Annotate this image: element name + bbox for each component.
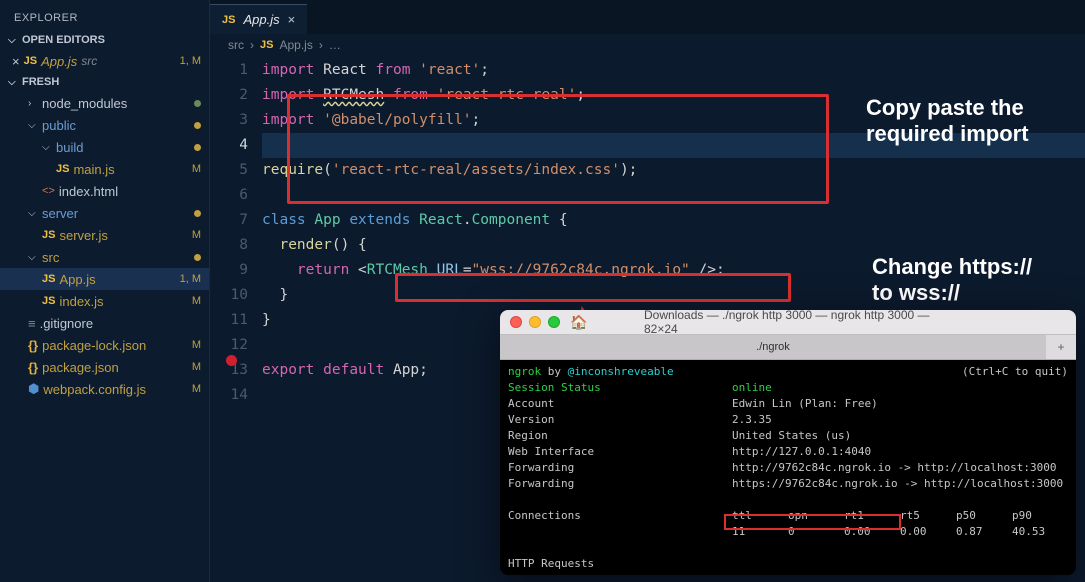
file-index-js[interactable]: JS index.js M <box>0 290 209 312</box>
js-icon: JS <box>260 39 273 51</box>
status-dot-icon <box>194 210 201 217</box>
breakpoint-icon[interactable] <box>226 355 237 366</box>
folder-public[interactable]: ⌵ public <box>0 114 209 136</box>
js-icon: JS <box>24 55 37 67</box>
status-dot-icon <box>194 122 201 129</box>
js-icon: JS <box>42 273 55 285</box>
line-gutter: 123 456 789 101112 1314 <box>210 58 262 582</box>
close-window-icon[interactable] <box>510 316 522 328</box>
file-app-js[interactable]: JS App.js 1, M <box>0 268 209 290</box>
gitignore-icon: ≡ <box>28 316 36 331</box>
status-dot-icon <box>194 100 201 107</box>
close-icon[interactable]: × <box>12 54 20 69</box>
chevron-right-icon: › <box>250 38 254 52</box>
js-icon: JS <box>42 295 55 307</box>
add-tab-icon[interactable]: + <box>1046 335 1076 359</box>
folder-build[interactable]: ⌵ build <box>0 136 209 158</box>
explorer-sidebar: EXPLORER ⌵ OPEN EDITORS × JS App.js src … <box>0 0 210 582</box>
open-editor-app-js[interactable]: × JS App.js src 1, M <box>0 50 209 72</box>
js-icon: JS <box>222 14 235 26</box>
js-icon: JS <box>56 163 69 175</box>
folder-server[interactable]: ⌵ server <box>0 202 209 224</box>
breadcrumb[interactable]: src › JS App.js › … <box>210 34 1085 56</box>
terminal-tab-ngrok[interactable]: ./ngrok <box>500 335 1046 359</box>
workspace-section[interactable]: ⌵ FRESH <box>0 72 209 92</box>
chevron-down-icon: ⌵ <box>28 208 38 219</box>
file-index-html[interactable]: <> index.html <box>0 180 209 202</box>
file-server-js[interactable]: JS server.js M <box>0 224 209 246</box>
chevron-right-icon: › <box>28 98 38 109</box>
terminal-titlebar[interactable]: 🏠 Downloads — ./ngrok http 3000 — ngrok … <box>500 310 1076 334</box>
file-package-lock[interactable]: {} package-lock.json M <box>0 334 209 356</box>
terminal-window: 🏠 Downloads — ./ngrok http 3000 — ngrok … <box>500 310 1076 575</box>
chevron-down-icon: ⌵ <box>42 142 52 153</box>
chevron-right-icon: › <box>319 38 323 52</box>
folder-icon: 🏠 <box>570 314 587 331</box>
tab-app-js[interactable]: JS App.js × <box>210 4 307 34</box>
file-main-js[interactable]: JS main.js M <box>0 158 209 180</box>
status-dot-icon <box>194 144 201 151</box>
annotation-change-wss: Change https:// to wss:// <box>872 254 1032 306</box>
file-webpack[interactable]: ⬢ webpack.config.js M <box>0 378 209 400</box>
chevron-down-icon: ⌵ <box>8 35 18 46</box>
explorer-title: EXPLORER <box>0 6 209 30</box>
chevron-down-icon: ⌵ <box>28 120 38 131</box>
terminal-body[interactable]: ngrok by @inconshreveable(Ctrl+C to quit… <box>500 360 1076 575</box>
file-gitignore[interactable]: ≡ .gitignore <box>0 312 209 334</box>
tab-bar: JS App.js × <box>210 0 1085 34</box>
status-dot-icon <box>194 254 201 261</box>
json-icon: {} <box>28 338 38 353</box>
terminal-tabbar: ./ngrok + <box>500 334 1076 360</box>
js-icon: JS <box>42 229 55 241</box>
close-icon[interactable]: × <box>288 12 296 27</box>
html-icon: <> <box>42 185 55 197</box>
folder-node-modules[interactable]: › node_modules <box>0 92 209 114</box>
chevron-down-icon: ⌵ <box>8 77 18 88</box>
chevron-down-icon: ⌵ <box>28 252 38 263</box>
json-icon: {} <box>28 360 38 375</box>
webpack-icon: ⬢ <box>28 381 39 397</box>
folder-src[interactable]: ⌵ src <box>0 246 209 268</box>
maximize-window-icon[interactable] <box>548 316 560 328</box>
annotation-copy-paste: Copy paste the required import <box>866 95 1029 147</box>
open-editors-section[interactable]: ⌵ OPEN EDITORS <box>0 30 209 50</box>
file-package[interactable]: {} package.json M <box>0 356 209 378</box>
minimize-window-icon[interactable] <box>529 316 541 328</box>
